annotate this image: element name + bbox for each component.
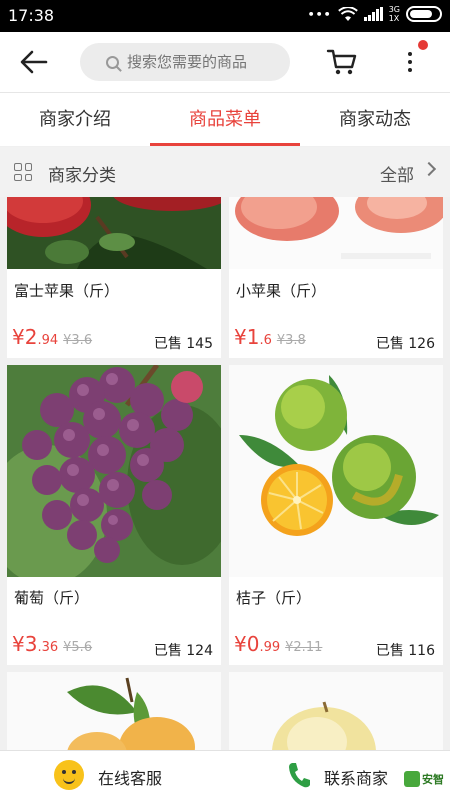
product-price: ¥1.6 ¥3.8 xyxy=(234,325,306,349)
signal-icon xyxy=(363,7,383,21)
status-icons: ••• 3G 1X xyxy=(308,5,442,23)
product-image xyxy=(7,365,221,577)
phone-icon[interactable] xyxy=(286,761,312,789)
contact-merchant-button[interactable]: 联系商家 xyxy=(324,765,388,789)
tab-merchant-news[interactable]: 商家动态 xyxy=(300,93,450,146)
product-card[interactable]: 葡萄（斤） ¥3.36 ¥5.6 已售 124 xyxy=(7,365,221,665)
wifi-icon xyxy=(337,6,358,21)
original-price: ¥3.6 xyxy=(63,333,93,348)
notification-dot xyxy=(418,40,428,50)
chevron-right-icon xyxy=(421,161,437,177)
top-bar xyxy=(0,32,450,92)
sold-count: 已售 126 xyxy=(375,336,435,352)
product-name: 富士苹果（斤） xyxy=(14,282,120,300)
watermark: 安智 xyxy=(402,768,450,800)
more-dots-icon: ••• xyxy=(307,7,332,21)
product-card[interactable]: 小苹果（斤） ¥1.6 ¥3.8 已售 126 xyxy=(229,197,443,358)
category-bar[interactable]: 商家分类 全部 xyxy=(0,147,450,197)
grid-icon xyxy=(14,163,32,181)
cart-icon[interactable] xyxy=(326,48,358,76)
product-name: 葡萄（斤） xyxy=(14,589,90,607)
product-price: ¥3.36 ¥5.6 xyxy=(12,632,93,656)
search-bar[interactable] xyxy=(80,43,290,81)
network-type-2: 1X xyxy=(388,14,400,23)
sold-count: 已售 116 xyxy=(375,643,435,659)
sold-count: 已售 145 xyxy=(153,336,213,352)
product-image xyxy=(229,197,443,269)
customer-service-icon[interactable] xyxy=(54,760,84,790)
product-card[interactable]: 桔子（斤） ¥0.99 ¥2.11 已售 116 xyxy=(229,365,443,665)
original-price: ¥2.11 xyxy=(285,640,323,655)
watermark-logo xyxy=(404,771,420,787)
product-name: 桔子（斤） xyxy=(236,589,312,607)
original-price: ¥5.6 xyxy=(63,640,93,655)
original-price: ¥3.8 xyxy=(276,333,306,348)
product-image xyxy=(229,365,443,577)
network-type: 3G xyxy=(388,5,400,14)
product-card[interactable] xyxy=(229,672,443,750)
product-card[interactable] xyxy=(7,672,221,750)
product-image xyxy=(229,672,443,750)
product-image xyxy=(7,672,221,750)
tab-product-menu[interactable]: 商品菜单 xyxy=(150,93,300,146)
sold-count: 已售 124 xyxy=(153,643,213,659)
bottom-bar: 在线客服 联系商家 安智 xyxy=(0,750,450,800)
category-label: 商家分类 xyxy=(48,166,116,186)
product-grid: 富士苹果（斤） ¥2.94 ¥3.6 已售 145 小苹果（斤） ¥1.6 ¥3.8… xyxy=(0,197,450,750)
customer-service-button[interactable]: 在线客服 xyxy=(98,765,162,789)
search-input[interactable] xyxy=(127,53,277,71)
search-icon xyxy=(106,55,119,69)
back-arrow-icon[interactable] xyxy=(18,46,50,78)
product-price: ¥2.94 ¥3.6 xyxy=(12,325,93,349)
product-image xyxy=(7,197,221,269)
tab-bar: 商家介绍 商品菜单 商家动态 xyxy=(0,92,450,146)
status-bar: 17:38 ••• 3G 1X xyxy=(0,0,450,32)
product-price: ¥0.99 ¥2.11 xyxy=(234,632,323,656)
product-card[interactable]: 富士苹果（斤） ¥2.94 ¥3.6 已售 145 xyxy=(7,197,221,358)
status-time: 17:38 xyxy=(8,6,55,25)
more-menu-button[interactable] xyxy=(398,40,428,80)
battery-icon xyxy=(406,6,442,22)
tab-merchant-intro[interactable]: 商家介绍 xyxy=(0,93,150,146)
all-categories-link[interactable]: 全部 xyxy=(380,161,414,186)
product-name: 小苹果（斤） xyxy=(236,282,327,300)
